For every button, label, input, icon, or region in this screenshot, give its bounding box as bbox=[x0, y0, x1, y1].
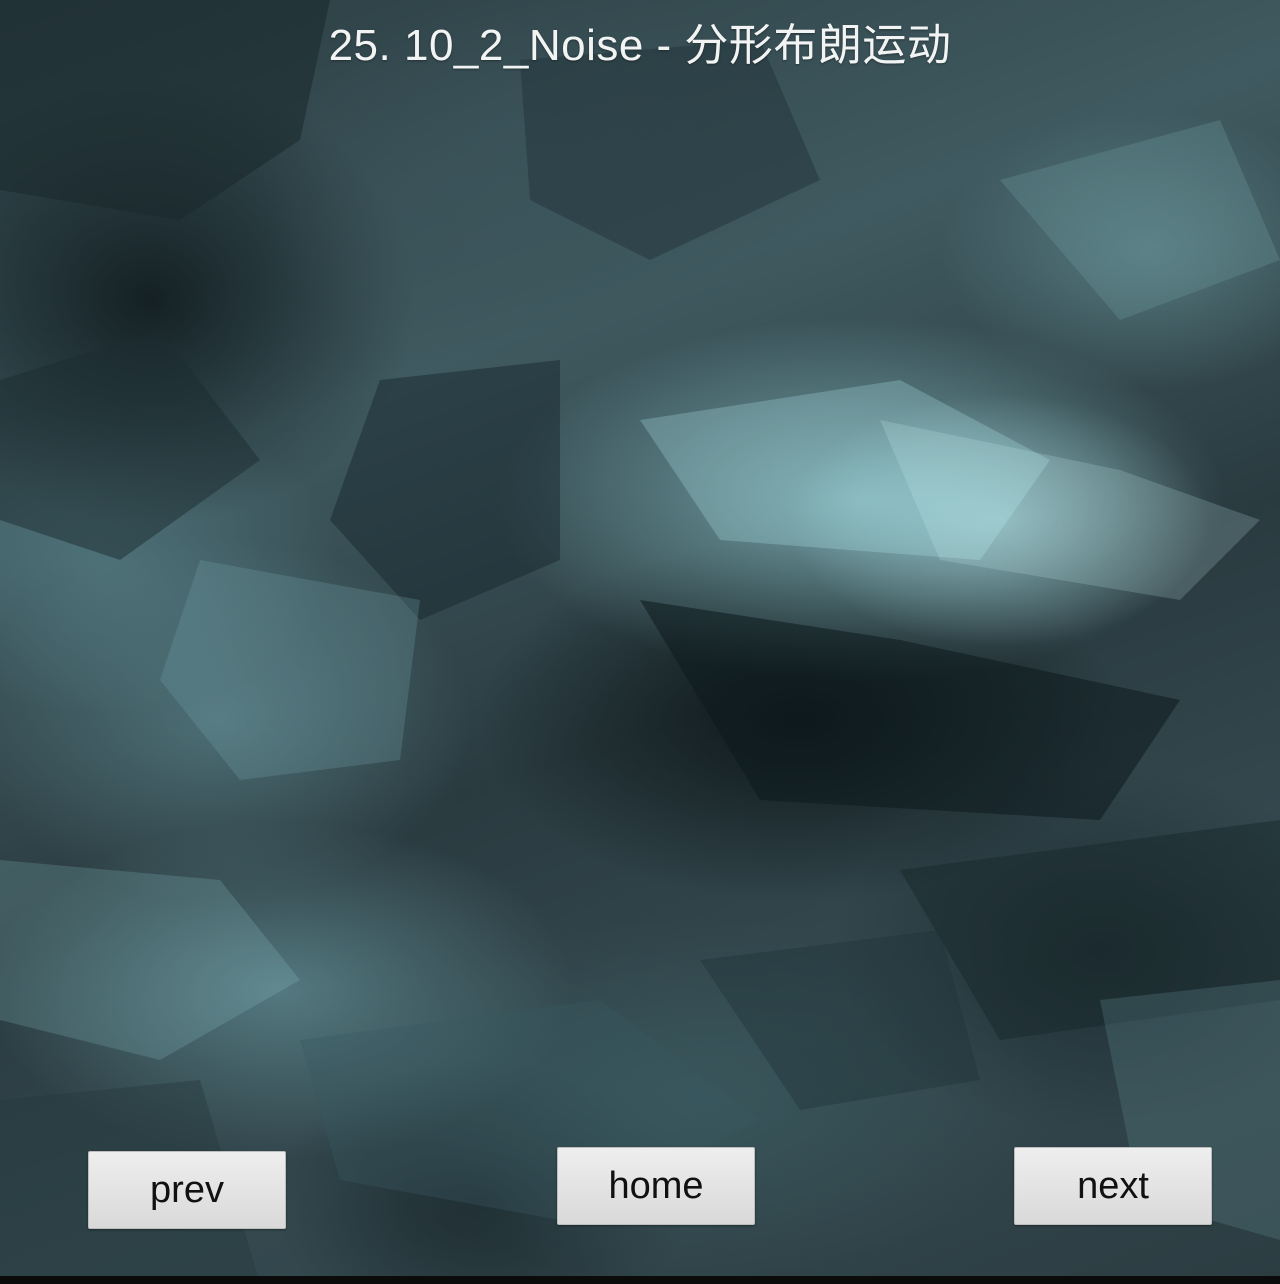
bottom-border bbox=[0, 1276, 1280, 1284]
fbm-noise-image bbox=[0, 0, 1280, 1284]
prev-button[interactable]: prev bbox=[88, 1151, 286, 1229]
page-title: 25. 10_2_Noise - 分形布朗运动 bbox=[328, 21, 952, 70]
home-button[interactable]: home bbox=[557, 1147, 755, 1225]
next-button[interactable]: next bbox=[1014, 1147, 1212, 1225]
noise-render-canvas: 25. 10_2_Noise - 分形布朗运动 prev home next bbox=[0, 0, 1280, 1284]
